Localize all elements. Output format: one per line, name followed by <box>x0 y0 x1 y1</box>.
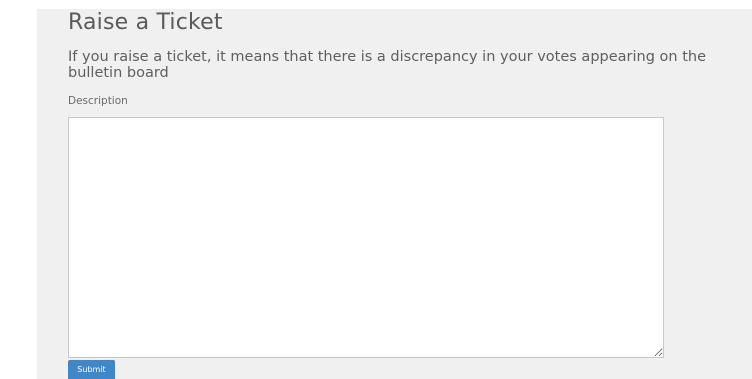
page-title: Raise a Ticket <box>68 10 223 35</box>
description-label: Description <box>68 95 128 107</box>
ticket-form-panel: Raise a Ticket If you raise a ticket, it… <box>37 9 752 379</box>
submit-button[interactable]: Submit <box>68 360 115 379</box>
description-textarea[interactable] <box>68 117 664 358</box>
page-subtitle: If you raise a ticket, it means that the… <box>68 49 706 81</box>
